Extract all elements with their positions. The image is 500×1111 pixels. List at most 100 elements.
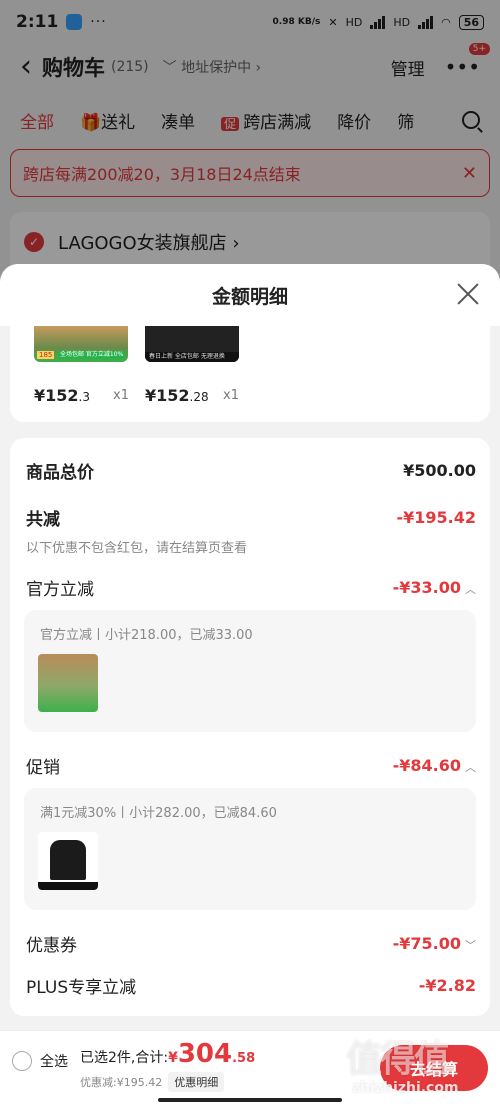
promotion-amount: -¥84.60: [392, 756, 461, 775]
manage-button[interactable]: 管理: [391, 55, 425, 80]
close-icon[interactable]: ✕: [462, 163, 477, 184]
tab-bundle[interactable]: 凑单: [161, 108, 195, 133]
page-title: 购物车: [42, 56, 105, 80]
currency: ¥: [168, 1050, 178, 1066]
price-int: ¥152: [34, 386, 79, 405]
app-notification-icon: [66, 14, 83, 30]
promotion-detail-line: 满1元减30%丨小计282.00，已减84.60: [40, 806, 277, 821]
mute-icon: ✕: [328, 15, 338, 29]
search-icon[interactable]: [462, 111, 480, 129]
product-thumbnail[interactable]: 185 全场包邮 官方立减10%: [34, 326, 128, 362]
plus-value: -¥2.82: [418, 976, 476, 995]
tab-cross-store-label: 跨店满减: [243, 112, 312, 133]
shop-checkbox[interactable]: ✓: [24, 232, 44, 252]
signal-label-1: HD: [345, 15, 363, 29]
tab-all[interactable]: 全部: [20, 108, 54, 133]
product-tag: 185: [37, 351, 55, 359]
reduction-note: 以下优惠不包含红包，请在结算页查看: [26, 541, 248, 556]
reduction-label: 共减: [26, 510, 60, 530]
tab-cross-store[interactable]: 促跨店满减: [221, 108, 311, 133]
status-time: 2:11: [16, 12, 59, 32]
signal-label-2: HD: [393, 15, 411, 29]
selected-products: 185 全场包邮 官方立减10% 春日上新 全店包邮 无理退换 ¥152.3 x…: [10, 326, 490, 422]
total-dec: .58: [232, 1051, 256, 1066]
price-dec: .28: [189, 390, 209, 404]
product-price: ¥152.28: [145, 386, 209, 405]
amount-detail-sheet: 金额明细 185 全场包邮 官方立减10% 春日上新 全店包邮 无理退换 ¥15…: [0, 264, 500, 1030]
discount-text: 优惠减:¥195.42: [80, 1076, 163, 1089]
tab-price-drop[interactable]: 降价: [337, 108, 371, 133]
official-value: -¥33.00 ︿: [393, 578, 476, 597]
chevron-up-icon: ︿: [465, 761, 476, 774]
discount-detail-button[interactable]: 优惠明细: [168, 1072, 225, 1092]
total-summary: 已选2件,合计: ¥304.58: [80, 1039, 255, 1069]
more-menu-icon[interactable]: ••• 5+: [445, 43, 490, 79]
promotion-detail-box: 满1元减30%丨小计282.00，已减84.60: [24, 788, 476, 910]
chevron-up-icon: ︿: [465, 583, 476, 596]
reduction-value: -¥195.42: [396, 508, 476, 527]
checkout-button[interactable]: 去结算: [380, 1045, 488, 1091]
total-price-row: 商品总价 ¥500.00: [26, 458, 476, 483]
battery-icon: 56: [458, 14, 484, 30]
address-protection-toggle[interactable]: ﹀ 地址保护中 ›: [163, 57, 262, 77]
filter-tabs: 全部 🎁送礼 凑单 促跨店满减 降价 筛: [0, 98, 500, 142]
official-detail-line: 官方立减丨小计218.00，已减33.00: [40, 628, 253, 643]
total-label: 商品总价: [26, 463, 94, 483]
image-strip: [38, 882, 98, 890]
network-speed: 0.98 KB/s: [272, 17, 321, 27]
discount-info: 优惠减:¥195.42 优惠明细: [80, 1072, 225, 1092]
cart-header: ‹ 购物车 (215) ﹀ 地址保护中 › 管理 ••• 5+: [0, 43, 500, 90]
price-int: ¥152: [145, 386, 190, 405]
shop-name[interactable]: LAGOGO女装旗舰店 ›: [58, 229, 240, 255]
product-thumbnail[interactable]: [38, 654, 98, 712]
gift-icon: 🎁: [80, 112, 102, 133]
signal-icon-2: [418, 15, 434, 29]
select-all[interactable]: 全选: [12, 1051, 68, 1071]
product-thumbnail[interactable]: 春日上新 全店包邮 无理退换: [145, 326, 239, 362]
product-thumbnail[interactable]: [38, 832, 98, 890]
total-int: 304: [177, 1039, 233, 1069]
selected-label: 已选2件,合计:: [80, 1050, 169, 1066]
chevron-down-icon: ﹀: [465, 939, 476, 952]
back-arrow-icon[interactable]: ‹: [20, 52, 32, 82]
product-price: ¥152.3: [34, 386, 90, 405]
price-breakdown: 商品总价 ¥500.00 共减 -¥195.42 以下优惠不包含红包，请在结算页…: [10, 438, 490, 1016]
price-dec: .3: [78, 390, 90, 404]
coupon-row[interactable]: 优惠券 -¥75.00 ﹀: [26, 931, 476, 956]
product-qty: x1: [113, 388, 129, 403]
official-detail-box: 官方立减丨小计218.00，已减33.00: [24, 610, 476, 732]
sheet-header: 金额明细: [0, 264, 500, 326]
more-notifications-icon: ···: [90, 14, 107, 30]
shop-row[interactable]: ✓ LAGOGO女装旗舰店 ›: [10, 212, 490, 272]
tab-filter[interactable]: 筛: [397, 108, 414, 133]
coupon-amount: -¥75.00: [392, 934, 461, 953]
coupon-value: -¥75.00 ﹀: [393, 934, 476, 953]
close-icon[interactable]: [456, 282, 480, 306]
total-value: ¥500.00: [403, 461, 476, 480]
status-bar: 2:11 ··· 0.98 KB/s ✕ HD HD ◠ 56: [0, 0, 500, 44]
official-amount: -¥33.00: [392, 578, 461, 597]
product-qty: x1: [223, 388, 239, 403]
plus-label: PLUS专享立减: [26, 978, 137, 998]
select-all-label: 全选: [40, 1054, 68, 1070]
reduction-row: 共减 -¥195.42: [26, 505, 476, 530]
total-amount: ¥304.58: [168, 1039, 255, 1069]
sheet-title: 金额明细: [211, 285, 288, 308]
promo-banner: 跨店每满200减20，3月18日24点结束 ✕: [10, 149, 490, 197]
tab-gift[interactable]: 🎁送礼: [80, 108, 135, 133]
coat-image: [50, 840, 86, 880]
product-strip: 春日上新 全店包邮 无理退换: [145, 352, 239, 362]
promotion-value: -¥84.60 ︿: [393, 756, 476, 775]
message-badge: 5+: [468, 43, 490, 55]
wifi-icon: ◠: [441, 15, 451, 29]
promotion-row[interactable]: 促销 -¥84.60 ︿: [26, 753, 476, 778]
home-indicator[interactable]: [158, 1098, 342, 1102]
promotion-label: 促销: [26, 758, 60, 778]
official-label: 官方立减: [26, 580, 94, 600]
promo-badge: 促: [221, 116, 240, 131]
tab-gift-label: 送礼: [101, 112, 136, 133]
plus-discount-row: PLUS专享立减 -¥2.82: [26, 973, 476, 998]
select-all-checkbox[interactable]: [12, 1051, 32, 1071]
official-discount-row[interactable]: 官方立减 -¥33.00 ︿: [26, 575, 476, 600]
promo-text: 跨店每满200减20，3月18日24点结束: [23, 165, 301, 184]
